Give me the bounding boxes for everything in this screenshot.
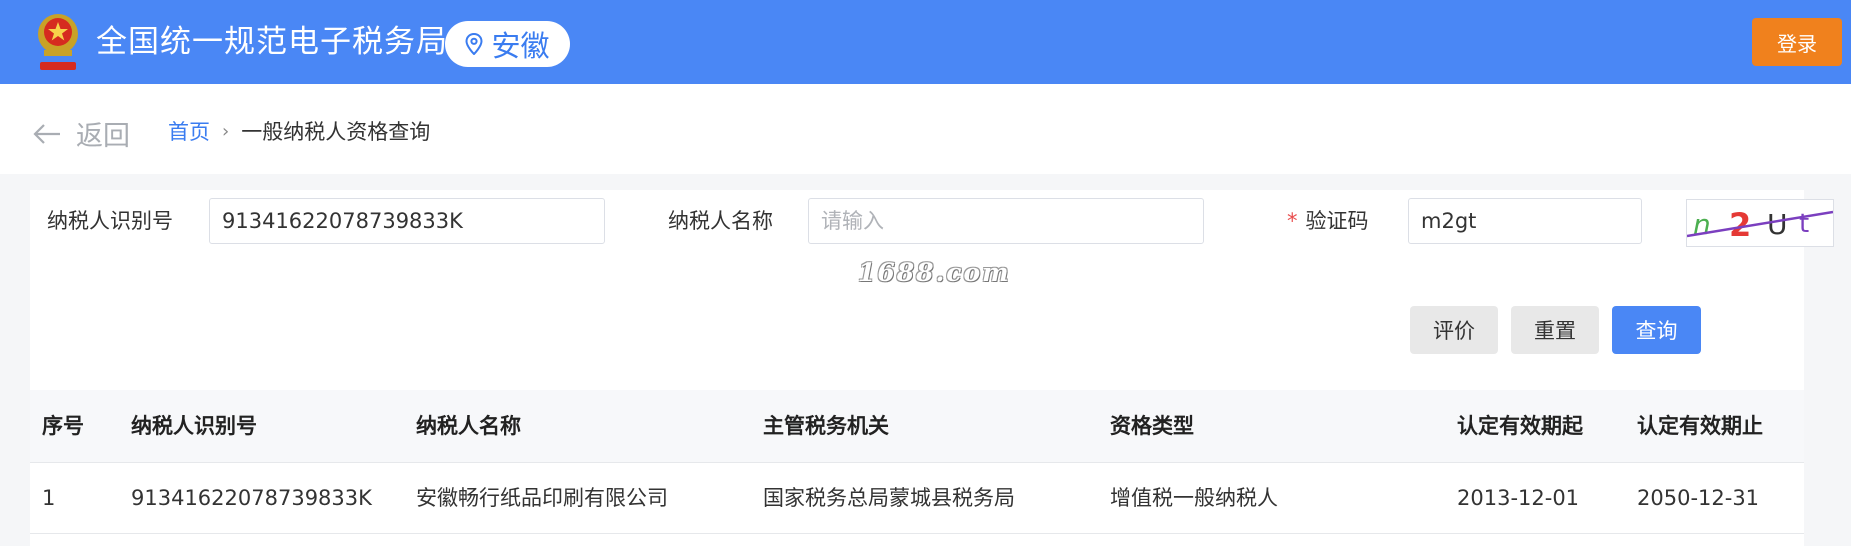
nav-bar: 返回 首页 › 一般纳税人资格查询 (0, 84, 1851, 174)
back-button[interactable]: 返回 (32, 114, 130, 153)
column-header: 纳税人名称 (416, 414, 521, 438)
location-pin-icon (465, 33, 483, 55)
table-cell: 91341622078739833K (131, 486, 372, 510)
top-header: 全国统一规范电子税务局 安徽 登录 (0, 0, 1851, 84)
breadcrumb: 首页 › 一般纳税人资格查询 (168, 116, 430, 146)
column-header: 主管税务机关 (763, 414, 889, 438)
taxpayer-name-input[interactable]: 请输入 (808, 198, 1204, 244)
taxpayer-id-input[interactable]: 91341622078739833K (209, 198, 605, 244)
column-header: 认定有效期止 (1637, 414, 1763, 438)
required-mark: * (1287, 209, 1298, 233)
taxpayer-name-label: 纳税人名称 (668, 209, 773, 233)
taxpayer-id-label: 纳税人识别号 (47, 209, 173, 233)
tax-emblem-logo (38, 14, 78, 70)
table-cell: 2050-12-31 (1637, 486, 1760, 510)
breadcrumb-separator: › (222, 120, 230, 142)
arrow-left-icon (33, 123, 60, 144)
table-cell: 国家税务总局蒙城县税务局 (763, 486, 1015, 510)
breadcrumb-home-link[interactable]: 首页 (168, 116, 210, 146)
column-header: 认定有效期起 (1457, 414, 1583, 438)
reset-button[interactable]: 重置 (1511, 306, 1599, 354)
captcha-label: * 验证码 (1287, 198, 1369, 244)
site-title: 全国统一规范电子税务局 (96, 24, 448, 60)
evaluate-button[interactable]: 评价 (1410, 306, 1498, 354)
login-button[interactable]: 登录 (1752, 18, 1842, 66)
query-button[interactable]: 查询 (1612, 306, 1701, 354)
query-form: 纳税人识别号 91341622078739833K 纳税人名称 请输入 * 验证码… (30, 190, 1834, 390)
svg-text:U: U (1767, 208, 1788, 241)
svg-text:t: t (1799, 209, 1809, 239)
column-header: 纳税人识别号 (131, 414, 257, 438)
captcha-image[interactable]: n 2 U t (1686, 199, 1834, 247)
table-cell: 1 (42, 486, 56, 510)
table-cell: 增值税一般纳税人 (1110, 486, 1278, 510)
region-selector[interactable]: 安徽 (445, 21, 570, 67)
watermark: 1688.com (858, 258, 1011, 287)
table-cell: 2013-12-01 (1457, 486, 1580, 510)
captcha-label-text: 验证码 (1305, 209, 1369, 233)
table-header: 序号 纳税人识别号 纳税人名称 主管税务机关 资格类型 认定有效期起 认定有效期… (30, 390, 1804, 463)
column-header: 资格类型 (1110, 414, 1194, 438)
table-cell: 安徽畅行纸品印刷有限公司 (416, 486, 668, 510)
results-table: 序号 纳税人识别号 纳税人名称 主管税务机关 资格类型 认定有效期起 认定有效期… (30, 390, 1804, 546)
breadcrumb-current: 一般纳税人资格查询 (241, 120, 431, 144)
captcha-input[interactable]: m2gt (1408, 198, 1642, 244)
region-label: 安徽 (491, 29, 550, 63)
table-row[interactable]: 1 91341622078739833K 安徽畅行纸品印刷有限公司 国家税务总局… (30, 463, 1804, 534)
back-label: 返回 (76, 121, 130, 152)
captcha-graphic: n 2 U t (1686, 206, 1834, 244)
svg-text:n: n (1693, 208, 1711, 241)
column-header: 序号 (42, 414, 84, 438)
